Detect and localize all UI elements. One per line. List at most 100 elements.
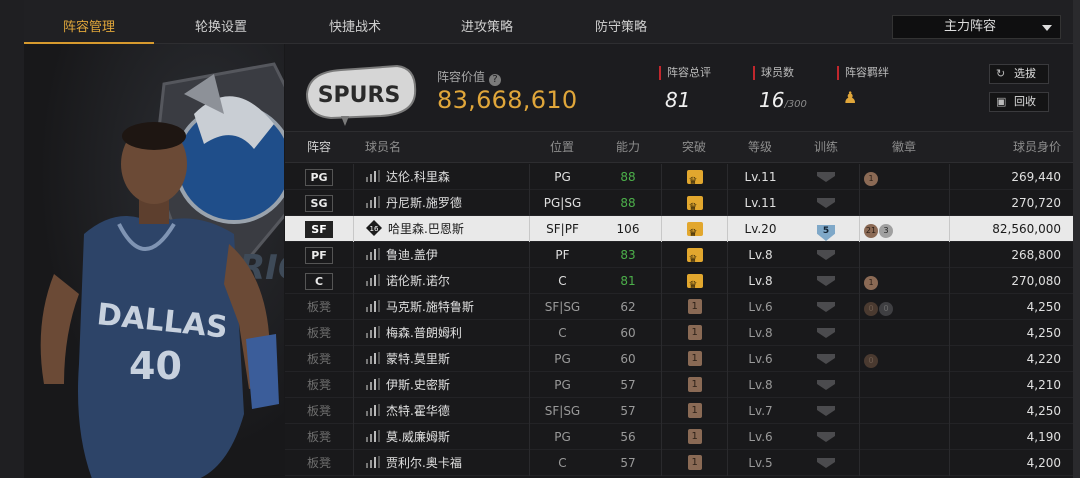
slot-cell: 板凳 [285, 372, 353, 398]
worth-cell: 4,250 [949, 398, 1073, 424]
training-cell[interactable]: 5 [793, 216, 859, 242]
col-breakthrough[interactable]: 突破 [661, 132, 727, 163]
tab-quick-tactics[interactable]: 快捷战术 [290, 0, 420, 44]
lineup-value-label: 阵容价值? [437, 68, 502, 86]
tab-offense[interactable]: 进攻策略 [422, 0, 552, 44]
training-cell[interactable] [793, 450, 859, 476]
table-row[interactable]: 板凳 贾利尔.奥卡福 C 57 Lv.5 4,200 [285, 450, 1073, 476]
slot-cell: 板凳 [285, 450, 353, 476]
player-name: 杰特.霍华德 [386, 404, 450, 418]
worth-cell: 82,560,000 [949, 216, 1073, 242]
tab-defense[interactable]: 防守策略 [556, 0, 686, 44]
badge-icon[interactable]: 0 [864, 354, 878, 368]
training-cell[interactable] [793, 242, 859, 268]
table-row[interactable]: 板凳 蒙特.莫里斯 PG 60 Lv.6 0 4,220 [285, 346, 1073, 372]
recycle-button[interactable]: ▣ 回收 [989, 92, 1049, 112]
breakthrough-cell[interactable] [661, 242, 727, 273]
table-row[interactable]: C 诺伦斯.诺尔 C 81 Lv.8 1 270,080 [285, 268, 1073, 299]
badge-icon[interactable]: 0 [864, 302, 878, 316]
table-row[interactable]: 板凳 梅森.普朗姆利 C 60 Lv.8 4,250 [285, 320, 1073, 346]
col-level[interactable]: 等级 [727, 132, 793, 163]
ability-cell: 57 [620, 404, 636, 418]
badge-icon[interactable]: 21 [864, 224, 878, 238]
badge-icon[interactable]: 1 [864, 276, 878, 290]
ability-cell: 57 [620, 378, 636, 392]
player-name: 鲁迪.盖伊 [386, 248, 438, 262]
table-row[interactable]: SF 16 哈里森.巴恩斯 SF|PF 106 Lv.20 5 213 82,56… [285, 216, 1073, 247]
breakthrough-cell[interactable] [661, 190, 727, 221]
breakthrough-cell[interactable] [661, 268, 727, 299]
position-cell: PG|SG [529, 190, 595, 216]
position-cell: C [529, 320, 595, 346]
badge-icon[interactable]: 0 [879, 302, 893, 316]
signal-icon [366, 326, 380, 338]
table-row[interactable]: 板凳 伊斯.史密斯 PG 57 Lv.8 4,210 [285, 372, 1073, 398]
bond-icon[interactable]: ♟ [837, 88, 889, 107]
breakthrough-cell[interactable] [661, 424, 727, 450]
crown-icon [686, 247, 703, 273]
signal-icon [366, 274, 380, 286]
badge-icon[interactable]: 3 [879, 224, 893, 238]
breakthrough-cell[interactable] [661, 320, 727, 346]
col-lineup[interactable]: 阵容 [285, 132, 353, 163]
recycle-icon: ▣ [996, 95, 1007, 108]
col-worth[interactable]: 球员身价 [949, 132, 1073, 163]
breakthrough-cell[interactable] [661, 398, 727, 424]
tab-rotation[interactable]: 轮换设置 [156, 0, 286, 44]
table-row[interactable]: PF 鲁迪.盖伊 PF 83 Lv.8 268,800 [285, 242, 1073, 273]
lineup-dropdown[interactable]: 主力阵容 [892, 15, 1061, 39]
breakthrough-cell[interactable] [661, 450, 727, 476]
chevron-down-icon [1042, 25, 1052, 31]
table-row[interactable]: SG 丹尼斯.施罗德 PG|SG 88 Lv.11 270,720 [285, 190, 1073, 221]
training-cell[interactable] [793, 320, 859, 346]
col-name[interactable]: 球员名 [353, 132, 413, 163]
left-edge [0, 0, 24, 478]
crown-icon [686, 195, 703, 221]
training-cell[interactable] [793, 268, 859, 294]
badge-cell: 1 [859, 164, 949, 190]
position-cell: C [529, 268, 595, 294]
training-cell[interactable] [793, 294, 859, 320]
training-cell[interactable] [793, 164, 859, 190]
training-cell[interactable] [793, 190, 859, 216]
training-shield-icon [817, 406, 835, 416]
table-row[interactable]: 板凳 杰特.霍华德 SF|SG 57 Lv.7 4,250 [285, 398, 1073, 424]
player-name-cell: 丹尼斯.施罗德 [353, 190, 529, 216]
player-name-cell: 蒙特.莫里斯 [353, 346, 529, 372]
top-tab-bar: 阵容管理 轮换设置 快捷战术 进攻策略 防守策略 主力阵容 [24, 0, 1073, 44]
training-shield-icon [817, 302, 835, 312]
badge-cell [859, 320, 949, 346]
worth-cell: 4,200 [949, 450, 1073, 476]
training-cell[interactable] [793, 398, 859, 424]
badge-cell [859, 372, 949, 398]
training-cell[interactable] [793, 372, 859, 398]
table-row[interactable]: 板凳 马克斯.施特鲁斯 SF|SG 62 Lv.6 00 4,250 [285, 294, 1073, 320]
select-button[interactable]: ↻ 选拔 [989, 64, 1049, 84]
breakthrough-cell[interactable] [661, 346, 727, 372]
breakthrough-cell[interactable] [661, 216, 727, 247]
training-cell[interactable] [793, 346, 859, 372]
slot-cell: 板凳 [285, 320, 353, 346]
training-shield-icon [817, 354, 835, 364]
worth-cell: 4,250 [949, 294, 1073, 320]
breakthrough-cell[interactable] [661, 294, 727, 320]
training-cell[interactable] [793, 424, 859, 450]
col-training[interactable]: 训练 [793, 132, 859, 163]
badge-cell [859, 190, 949, 216]
slot-bench: 板凳 [306, 456, 331, 470]
tab-lineup-management[interactable]: 阵容管理 [24, 0, 154, 44]
breakthrough-cell[interactable] [661, 164, 727, 195]
training-shield-icon [817, 432, 835, 442]
badge-icon[interactable]: 1 [864, 172, 878, 186]
jersey-badge-icon: 16 [366, 220, 382, 236]
col-position[interactable]: 位置 [529, 132, 595, 163]
player-name: 哈里森.巴恩斯 [388, 222, 464, 236]
help-icon[interactable]: ? [489, 74, 502, 86]
col-ability[interactable]: 能力 [595, 132, 661, 163]
badge-cell [859, 242, 949, 268]
table-row[interactable]: PG 达伦.科里森 PG 88 Lv.11 1 269,440 [285, 164, 1073, 195]
player-name-cell: 16 哈里森.巴恩斯 [353, 216, 529, 242]
table-row[interactable]: 板凳 莫.威廉姆斯 PG 56 Lv.6 4,190 [285, 424, 1073, 450]
col-badge[interactable]: 徽章 [859, 132, 949, 163]
breakthrough-cell[interactable] [661, 372, 727, 398]
